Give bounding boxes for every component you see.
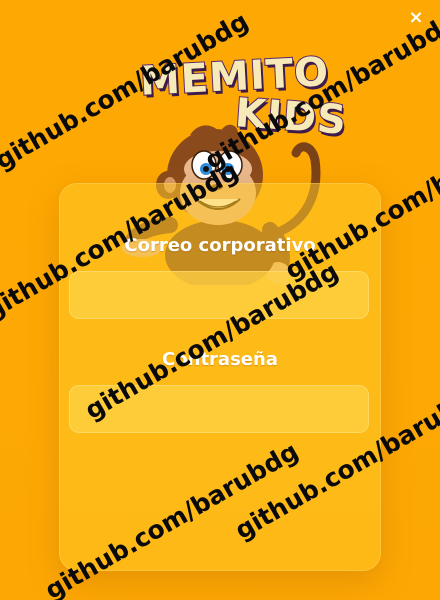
password-label: Contraseña [162,349,278,370]
email-input[interactable] [69,271,369,319]
email-label: Correo corporativo [124,235,316,256]
login-card: Correo corporativo Contraseña [59,183,381,571]
password-input[interactable] [69,385,369,433]
close-button[interactable]: × [406,8,426,28]
close-icon: × [408,7,424,28]
login-window: × MEMITO KIDS Correo corporativo Contras… [0,0,440,600]
